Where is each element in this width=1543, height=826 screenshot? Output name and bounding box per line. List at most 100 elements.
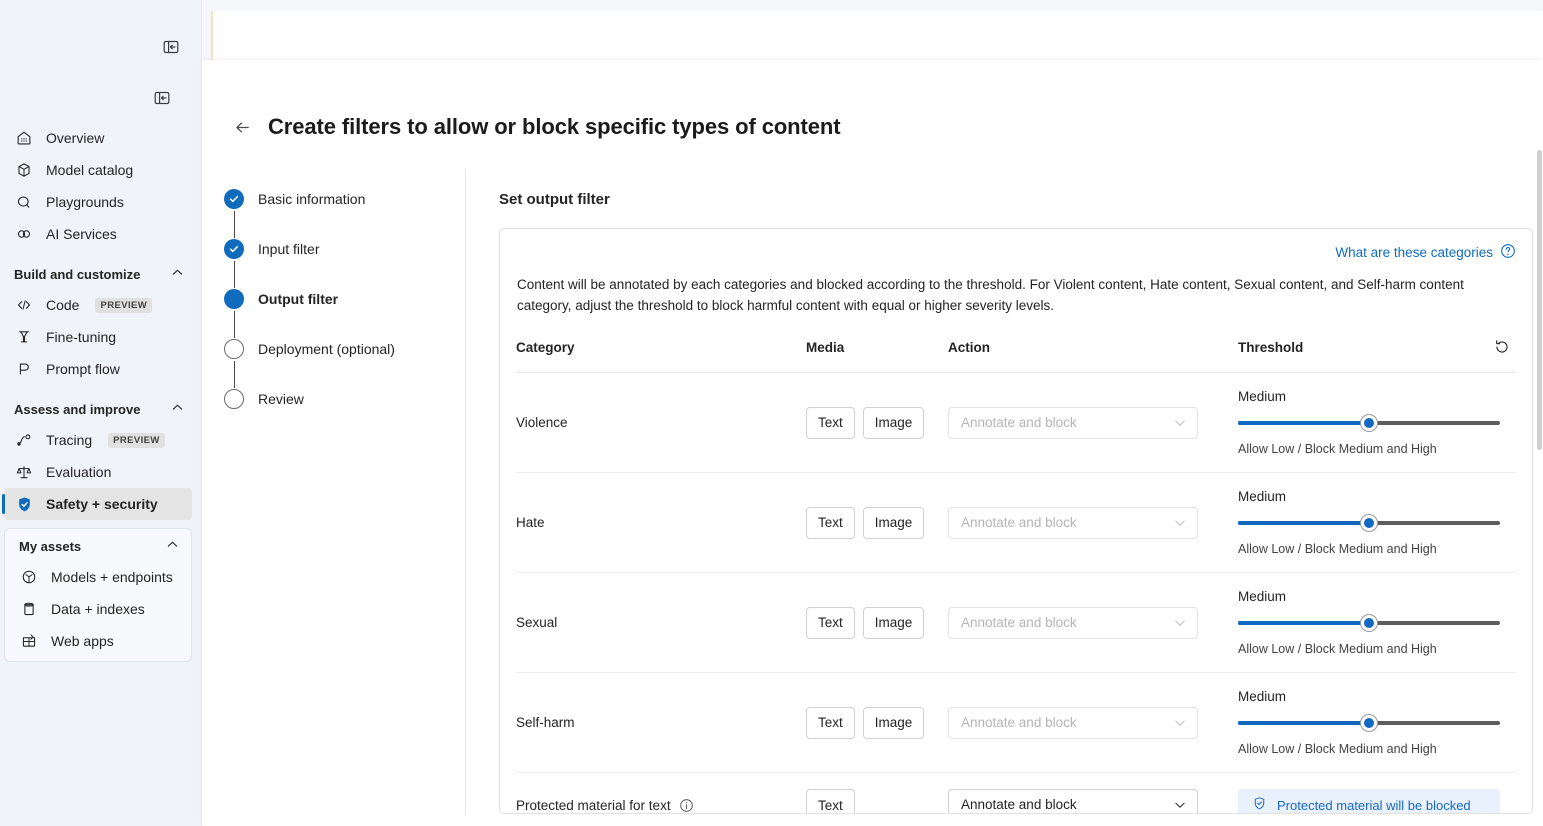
chevron-up-icon <box>171 401 184 417</box>
filters-card: What are these categories Content will b… <box>499 228 1533 814</box>
step-input-filter[interactable]: Input filter <box>224 239 465 289</box>
checkmark-icon <box>228 193 240 205</box>
sidebar-item-code[interactable]: Code PREVIEW <box>4 289 192 321</box>
step-marker-todo <box>224 389 244 409</box>
threshold-level-label: Medium <box>1238 589 1500 604</box>
main-sheet: Create filters to allow or block specifi… <box>202 60 1543 826</box>
sidebar-item-label: Web apps <box>51 633 114 649</box>
slider-thumb[interactable] <box>1361 615 1377 631</box>
shield-check-icon <box>14 494 34 514</box>
media-toggle-group: Text Image <box>806 607 948 639</box>
sidebar-item-label: Model catalog <box>46 162 133 178</box>
sidebar-item-ai-services[interactable]: AI Services <box>4 218 192 250</box>
action-dropdown[interactable]: Annotate and block <box>948 607 1198 639</box>
column-header-media: Media <box>806 334 948 373</box>
category-name: Hate <box>516 515 545 530</box>
page-header: Create filters to allow or block specifi… <box>202 60 1543 141</box>
media-button-text[interactable]: Text <box>806 707 855 739</box>
threshold-slider[interactable] <box>1238 715 1500 731</box>
threshold-slider[interactable] <box>1238 415 1500 431</box>
scrollbar-thumb[interactable] <box>1537 150 1542 450</box>
sidebar-nav: Overview Model catalog <box>0 122 202 662</box>
action-dropdown-value: Annotate and block <box>961 615 1173 630</box>
what-are-these-categories-link[interactable]: What are these categories <box>1335 243 1516 262</box>
threshold-hint: Allow Low / Block Medium and High <box>1238 642 1500 656</box>
panel-collapse-icon-top[interactable] <box>155 31 187 63</box>
sidebar-item-prompt-flow[interactable]: Prompt flow <box>4 353 192 385</box>
media-button-text[interactable]: Text <box>806 507 855 539</box>
threshold-slider[interactable] <box>1238 615 1500 631</box>
sidebar-item-evaluation[interactable]: Evaluation <box>4 456 192 488</box>
chevron-down-icon <box>1173 616 1187 630</box>
sidebar-group-assess-and-improve[interactable]: Assess and improve <box>4 394 192 424</box>
slider-fill <box>1238 521 1369 525</box>
step-deployment[interactable]: Deployment (optional) <box>224 339 465 389</box>
chevron-down-icon <box>1173 798 1187 812</box>
sidebar-item-overview[interactable]: Overview <box>4 122 192 154</box>
sidebar-item-label: Playgrounds <box>46 194 124 210</box>
media-button-image[interactable]: Image <box>863 607 925 639</box>
action-dropdown[interactable]: Annotate and block <box>948 407 1198 439</box>
vertical-scrollbar[interactable] <box>1536 120 1543 826</box>
info-circle-icon[interactable] <box>679 798 694 813</box>
chevron-down-icon <box>1173 516 1187 530</box>
content-filters-table: Category Media Action Threshold <box>516 334 1516 814</box>
table-row: Hate Text Image <box>516 473 1516 573</box>
threshold-slider[interactable] <box>1238 515 1500 531</box>
media-button-image[interactable]: Image <box>863 507 925 539</box>
slider-fill <box>1238 721 1369 725</box>
question-circle-icon <box>1500 243 1516 262</box>
step-label: Input filter <box>258 239 319 259</box>
status-badge-label: Protected material will be blocked <box>1277 798 1471 813</box>
slider-thumb[interactable] <box>1361 415 1377 431</box>
threshold-hint: Allow Low / Block Medium and High <box>1238 542 1500 556</box>
slider-thumb[interactable] <box>1361 715 1377 731</box>
section-title: Set output filter <box>499 191 1533 208</box>
sidebar-item-model-catalog[interactable]: Model catalog <box>4 154 192 186</box>
media-button-text[interactable]: Text <box>806 607 855 639</box>
media-button-image[interactable]: Image <box>863 707 925 739</box>
scales-icon <box>14 462 34 482</box>
sidebar-group-build-and-customize[interactable]: Build and customize <box>4 259 192 289</box>
reset-arrow-icon <box>1493 338 1511 356</box>
column-header-category: Category <box>516 334 806 373</box>
action-dropdown[interactable]: Annotate and block <box>948 507 1198 539</box>
reset-thresholds-button[interactable] <box>1488 334 1516 360</box>
status-badge: Protected material will be blocked <box>1238 789 1500 814</box>
action-dropdown[interactable]: Annotate and block <box>948 789 1198 814</box>
media-button-text[interactable]: Text <box>806 789 855 814</box>
filters-description: Content will be annotated by each catego… <box>517 274 1516 316</box>
cube-icon <box>14 160 34 180</box>
slider-thumb[interactable] <box>1361 515 1377 531</box>
media-toggle-group: Text Image <box>806 407 948 439</box>
threshold-control: Medium Allow Low / Block Medium and High <box>1238 489 1500 556</box>
sidebar-item-tracing[interactable]: Tracing PREVIEW <box>4 424 192 456</box>
media-toggle-group: Text Image <box>806 507 948 539</box>
step-label: Review <box>258 389 304 409</box>
panel-collapse-icon-second[interactable] <box>146 82 178 114</box>
sidebar-item-label: Overview <box>46 130 104 146</box>
media-button-image[interactable]: Image <box>863 407 925 439</box>
back-button[interactable] <box>228 113 256 141</box>
chat-icon <box>14 192 34 212</box>
step-basic-information[interactable]: Basic information <box>224 189 465 239</box>
sidebar-group-my-assets[interactable]: My assets <box>9 531 187 561</box>
sidebar-item-safety-security[interactable]: Safety + security <box>4 488 192 520</box>
sidebar-item-label: Safety + security <box>46 496 158 512</box>
sidebar-item-fine-tuning[interactable]: Fine-tuning <box>4 321 192 353</box>
sidebar-item-data-indexes[interactable]: Data + indexes <box>9 593 187 625</box>
step-output-filter[interactable]: Output filter <box>224 289 465 339</box>
sidebar-group-label: Build and customize <box>14 267 140 282</box>
sidebar-item-web-apps[interactable]: Web apps <box>9 625 187 657</box>
tracing-icon <box>14 430 34 450</box>
step-review[interactable]: Review <box>224 389 465 439</box>
step-marker-done <box>224 239 244 259</box>
action-dropdown[interactable]: Annotate and block <box>948 707 1198 739</box>
sidebar-item-playgrounds[interactable]: Playgrounds <box>4 186 192 218</box>
page-title: Create filters to allow or block specifi… <box>268 114 840 140</box>
media-button-text[interactable]: Text <box>806 407 855 439</box>
action-dropdown-value: Annotate and block <box>961 415 1173 430</box>
flow-icon <box>14 359 34 379</box>
sidebar-item-models-endpoints[interactable]: Models + endpoints <box>9 561 187 593</box>
app-root: Overview Model catalog <box>0 0 1543 826</box>
